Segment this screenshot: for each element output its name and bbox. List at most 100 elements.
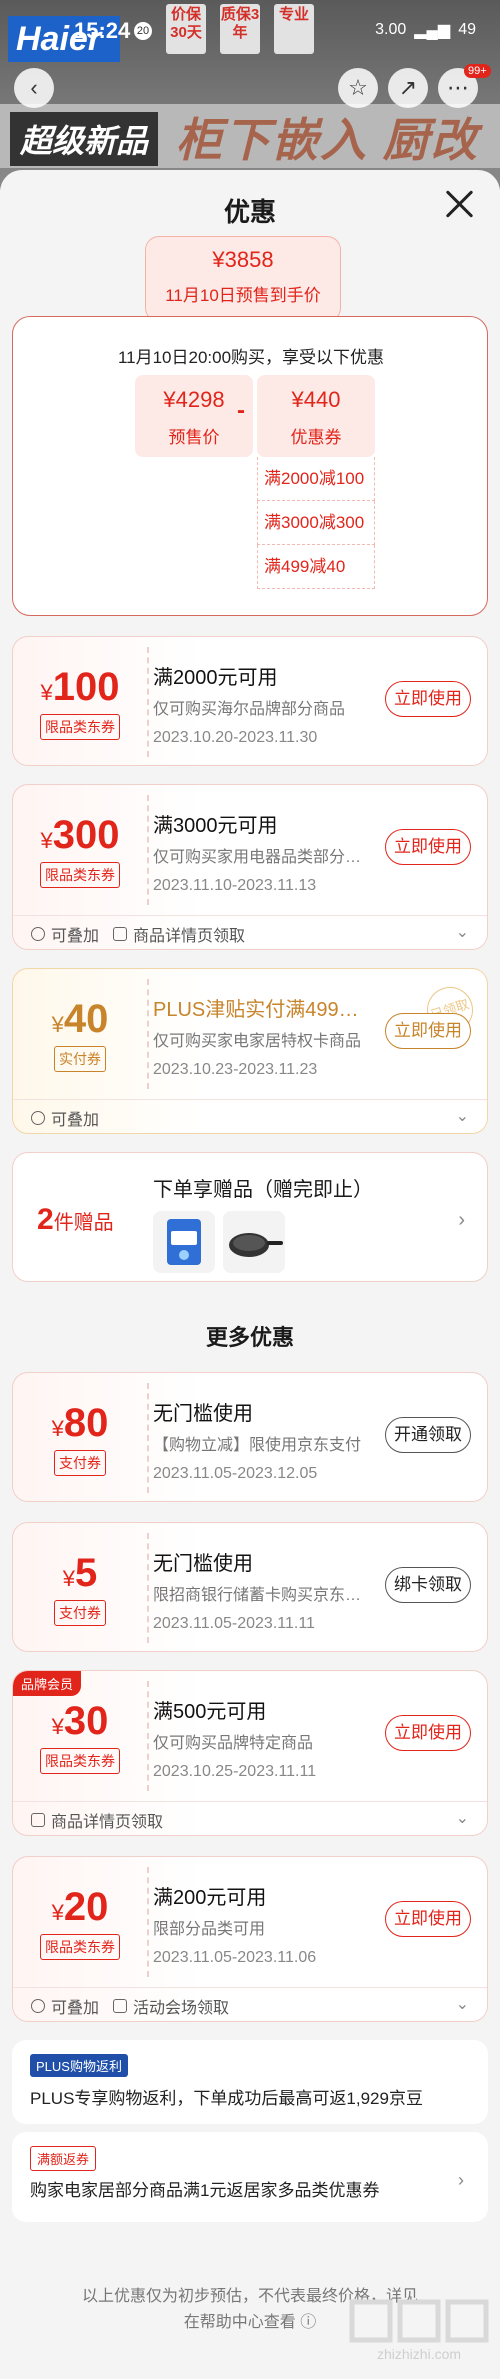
coupon-total: ¥440 bbox=[291, 387, 341, 412]
presale-price: ¥4298 bbox=[163, 387, 225, 412]
final-price-box: ¥3858 11月10日预售到手价 bbox=[145, 236, 341, 322]
gift-count-unit: 件赠品 bbox=[53, 1212, 114, 1234]
use-now-button[interactable]: 立即使用 bbox=[385, 1715, 471, 1751]
footer-label: 可叠加 bbox=[51, 1111, 100, 1129]
gift-count-number: 2 bbox=[37, 1203, 54, 1236]
sheet-title: 优惠 bbox=[223, 197, 276, 227]
coupon-desc: 仅可购买家用电器品类部分商品 bbox=[153, 849, 367, 866]
promo-chip: PLUS购物返利 bbox=[30, 2054, 128, 2077]
battery-level: 49 bbox=[458, 21, 476, 38]
currency-symbol: ¥ bbox=[40, 828, 53, 853]
coupon-amount-block: ¥30 限品类东券 bbox=[13, 1671, 147, 1801]
activate-claim-button[interactable]: 开通领取 bbox=[385, 1417, 471, 1453]
coupon-tag: 限品类东券 bbox=[40, 1934, 120, 1960]
coupon-tag: 实付券 bbox=[54, 1046, 106, 1072]
claim-source-icon bbox=[113, 926, 128, 941]
more-offers-title: 更多优惠 bbox=[205, 1325, 294, 1350]
coupon-footer[interactable]: 可叠加 ⌄ bbox=[13, 1099, 487, 1133]
coupon-title: PLUS津贴实付满499元可用 bbox=[153, 999, 367, 1021]
coupon-date: 2023.11.05-2023.12.05 bbox=[153, 1465, 318, 1482]
footer-label: 活动会场领取 bbox=[133, 1999, 230, 2017]
coupon-title: 满500元可用 bbox=[153, 1701, 267, 1723]
coupon-date: 2023.10.23-2023.11.23 bbox=[153, 1061, 318, 1078]
chevron-down-icon[interactable]: ⌄ bbox=[456, 1106, 469, 1126]
coupon-footer[interactable]: 商品详情页领取 ⌄ bbox=[13, 1801, 487, 1835]
claim-source-icon bbox=[113, 1998, 128, 2013]
watermark-text: zhizhizhi.com bbox=[376, 2346, 462, 2362]
help-center-link[interactable]: 在帮助中心查看 bbox=[184, 2314, 296, 2331]
stackable-icon bbox=[31, 926, 45, 941]
share-icon[interactable]: ↗ bbox=[388, 68, 428, 108]
coupon-desc: 仅可购买海尔品牌部分商品 bbox=[153, 701, 346, 718]
chevron-down-icon[interactable]: ⌄ bbox=[456, 922, 469, 942]
use-now-button[interactable]: 立即使用 bbox=[385, 681, 471, 717]
gift-card[interactable]: 2件赠品 下单享赠品（赠完即止） › bbox=[12, 1152, 488, 1282]
currency-symbol: ¥ bbox=[51, 1714, 64, 1739]
final-price-desc: 11月10日预售到手价 bbox=[165, 286, 321, 305]
gift-title: 下单享赠品（赠完即止） bbox=[153, 1179, 373, 1201]
breakdown-note: 11月10日20:00购买，享受以下优惠 bbox=[117, 348, 385, 367]
coupon-amount-block: ¥20 限品类东券 bbox=[13, 1857, 147, 1987]
close-icon[interactable] bbox=[442, 186, 478, 222]
status-bar: 15:24 20 3.00 ▂▄▆ 49 bbox=[0, 0, 500, 60]
back-icon[interactable]: ‹ bbox=[14, 68, 54, 108]
currency-symbol: ¥ bbox=[51, 1012, 64, 1037]
coupon-footer[interactable]: 可叠加 活动会场领取 ⌄ bbox=[13, 1987, 487, 2021]
site-watermark: zhizhizhi.com bbox=[346, 2296, 492, 2366]
coupon-tag: 支付券 bbox=[54, 1600, 106, 1626]
coupon-amount: 300 bbox=[52, 813, 120, 857]
coupon-desc: 限部分品类可用 bbox=[153, 1921, 266, 1938]
coupon-amount-block: ¥40 实付券 bbox=[13, 969, 147, 1099]
return-coupon-promo[interactable]: 满额返券 购家电家居部分商品满1元返居家多品类优惠券 › bbox=[12, 2132, 488, 2222]
coupon-date: 2023.10.20-2023.11.30 bbox=[153, 729, 318, 746]
status-icons: 3.00 ▂▄▆ 49 bbox=[375, 20, 476, 40]
coupon-amount-block: ¥80 支付券 bbox=[13, 1373, 147, 1501]
coupon-title: 满3000元可用 bbox=[153, 815, 278, 837]
coupon-footer[interactable]: 可叠加 商品详情页领取 ⌄ bbox=[13, 915, 487, 949]
divider bbox=[147, 647, 149, 757]
coupon-card: ¥300 限品类东券 满3000元可用 仅可购买家用电器品类部分商品 2023.… bbox=[12, 784, 488, 950]
bind-card-button[interactable]: 绑卡领取 bbox=[385, 1567, 471, 1603]
presale-label: 预售价 bbox=[168, 428, 220, 447]
divider bbox=[147, 1533, 149, 1643]
chevron-down-icon[interactable]: ⌄ bbox=[456, 1994, 469, 2014]
divider bbox=[147, 1383, 149, 1493]
footer-label: 商品详情页领取 bbox=[133, 927, 246, 945]
claim-source-icon bbox=[31, 1812, 45, 1827]
info-icon[interactable]: ⓘ bbox=[300, 2314, 316, 2331]
chevron-right-icon[interactable]: › bbox=[458, 2170, 464, 2191]
coupon-tag: 限品类东券 bbox=[40, 1748, 120, 1774]
coupon-breakdown-item: 满2000减100 bbox=[257, 457, 375, 501]
coupon-amount: 20 bbox=[63, 1885, 109, 1929]
favorite-icon[interactable]: ☆ bbox=[338, 68, 378, 108]
final-price: ¥3858 bbox=[212, 247, 274, 272]
stackable-icon bbox=[31, 1998, 45, 2013]
coupon-date: 2023.11.05-2023.11.11 bbox=[153, 1615, 315, 1632]
coupon-breakdown-list: 满2000减100 满3000减300 满499减40 bbox=[257, 457, 375, 589]
coupon-card: ¥5 支付券 无门槛使用 限招商银行储蓄卡购买京东商品 2023.11.05-2… bbox=[12, 1522, 488, 1652]
coupon-date: 2023.11.10-2023.11.13 bbox=[153, 877, 317, 894]
coupon-amount: 30 bbox=[63, 1699, 109, 1743]
currency-symbol: ¥ bbox=[62, 1566, 75, 1591]
coupon-desc: 仅可购买品牌特定商品 bbox=[153, 1735, 314, 1752]
minus-sign: - bbox=[237, 397, 245, 424]
notification-count: 20 bbox=[134, 22, 152, 40]
coupon-title: 满2000元可用 bbox=[153, 667, 278, 689]
gift-image-pan bbox=[223, 1211, 285, 1273]
chevron-down-icon[interactable]: ⌄ bbox=[456, 1808, 469, 1828]
network-speed: 3.00 bbox=[375, 21, 407, 38]
status-time: 15:24 bbox=[74, 18, 131, 43]
coupon-desc: 【购物立减】限使用京东支付 bbox=[153, 1437, 362, 1454]
signal-icon: ▂▄▆ bbox=[414, 22, 451, 39]
divider bbox=[147, 979, 149, 1089]
coupon-card: ¥80 支付券 无门槛使用 【购物立减】限使用京东支付 2023.11.05-2… bbox=[12, 1372, 488, 1502]
coupon-tag: 限品类东券 bbox=[40, 862, 120, 888]
stackable-icon bbox=[31, 1110, 45, 1125]
chevron-right-icon[interactable]: › bbox=[458, 1209, 465, 1232]
use-now-button[interactable]: 立即使用 bbox=[385, 1013, 471, 1049]
use-now-button[interactable]: 立即使用 bbox=[385, 829, 471, 865]
use-now-button[interactable]: 立即使用 bbox=[385, 1901, 471, 1937]
currency-symbol: ¥ bbox=[40, 680, 53, 705]
more-badge: 99+ bbox=[464, 64, 491, 78]
offers-sheet: 优惠 ¥3858 11月10日预售到手价 11月10日20:00购买，享受以下优… bbox=[0, 170, 500, 2379]
